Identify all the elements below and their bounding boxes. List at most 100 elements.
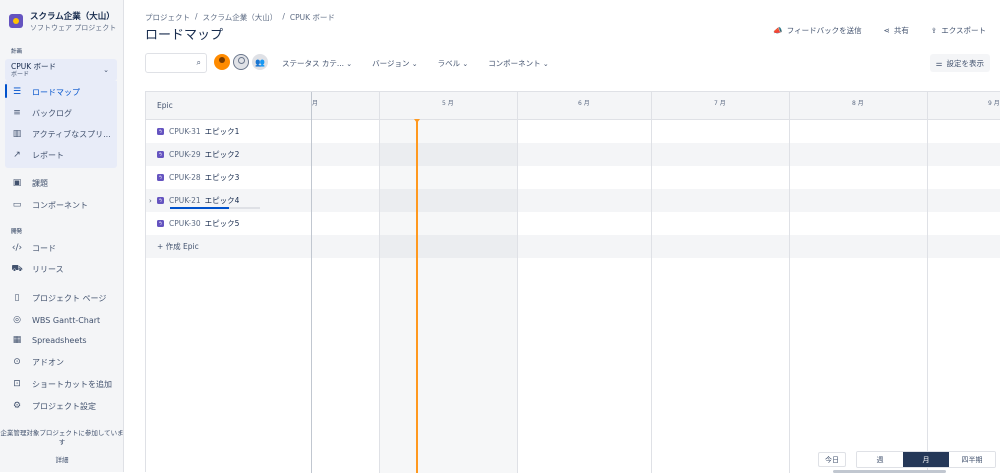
epic-row[interactable]: › ϟ CPUK-21 エピック4 (146, 189, 311, 212)
sidebar-item-roadmap[interactable]: ☰ ロードマップ (11, 82, 117, 102)
sidebar-item-add-shortcut[interactable]: ⊡ ショートカットを追加 (11, 374, 117, 394)
sidebar-item-label: リリース (32, 264, 64, 274)
avatar[interactable] (214, 54, 230, 70)
settings-icon: ⚙ (12, 401, 22, 411)
sidebar-item-label: コンポーネント (32, 200, 88, 210)
week-button[interactable]: 週 (857, 452, 903, 467)
sidebar-item-label: Spreadsheets (32, 335, 87, 345)
view-settings-button[interactable]: ⚌ 設定を表示 (929, 54, 990, 72)
current-month-highlight (379, 120, 517, 473)
month-divider (379, 92, 380, 473)
sidebar-item-label: ショートカットを追加 (32, 379, 112, 389)
share-button[interactable]: ⋖ 共有 (884, 25, 909, 36)
epic-row[interactable]: ϟ CPUK-29 エピック2 (146, 143, 311, 166)
sidebar-item-active-sprint[interactable]: ▥ アクティブなスプリ... (11, 124, 117, 144)
roadmap: Epic ϟ CPUK-31 エピック1 ϟ CPUK-29 エピック2 ϟ C… (145, 91, 1000, 473)
component-filter[interactable]: コンポーネント (488, 58, 549, 69)
sidebar-item-issues[interactable]: ▣ 課題 (11, 173, 117, 193)
version-filter[interactable]: バージョン (372, 58, 417, 69)
sidebar-item-project-settings[interactable]: ⚙ プロジェクト設定 (11, 396, 117, 416)
project-name: スクラム企業（大山） (30, 12, 115, 22)
month-button[interactable]: 月 (903, 452, 949, 467)
sidebar-item-project-page[interactable]: ▯ プロジェクト ページ (11, 288, 117, 308)
today-button[interactable]: 今日 (818, 452, 846, 467)
export-label: エクスポート (941, 26, 986, 35)
breadcrumb-projects[interactable]: プロジェクト (145, 12, 190, 23)
sidebar: スクラム企業（大山） ソフトウェア プロジェクト 計画 CPUK ボード ボード… (0, 0, 124, 472)
sidebar-item-reports[interactable]: ↗ レポート (11, 145, 117, 165)
people-icon[interactable]: 👥 (252, 54, 268, 70)
epic-icon: ϟ (157, 151, 164, 158)
sidebar-item-label: WBS Gantt-Chart (32, 315, 101, 325)
breadcrumb-separator: / (282, 12, 285, 21)
project-header[interactable]: スクラム企業（大山） ソフトウェア プロジェクト (9, 12, 116, 33)
board-title: CPUK ボード (11, 62, 57, 71)
month-label: 9 月 (988, 100, 1000, 107)
sliders-icon: ⚌ (935, 58, 943, 68)
board-selector[interactable]: CPUK ボード ボード ⌄ (5, 59, 117, 81)
addon-icon: ⊙ (13, 357, 21, 367)
feedback-button[interactable]: 📣 フィードバックを送信 (773, 25, 861, 36)
timescale-toggle: 週 月 四半期 (856, 451, 996, 468)
timeline: 月 5 月 6 月 7 月 8 月 9 月 (312, 92, 1000, 473)
sidebar-item-backlog[interactable]: ≡ バックログ (11, 103, 117, 123)
sprint-board-icon: ▥ (12, 129, 22, 139)
sidebar-item-label: プロジェクト設定 (32, 401, 96, 411)
epic-name: エピック1 (204, 127, 240, 136)
breadcrumb: プロジェクト / スクラム企業（大山） / CPUK ボード (145, 12, 335, 23)
month-label: 7 月 (714, 100, 726, 107)
export-button[interactable]: ⇪ エクスポート (931, 25, 986, 36)
gantt-icon: ◎ (13, 315, 21, 325)
sidebar-item-code[interactable]: ‹/› コード (11, 238, 117, 258)
epic-row[interactable]: ϟ CPUK-31 エピック1 (146, 120, 311, 143)
epic-key: CPUK-29 (169, 150, 201, 159)
sidebar-item-label: 課題 (32, 178, 48, 188)
backlog-icon: ≡ (13, 108, 21, 118)
roadmap-icon: ☰ (12, 87, 22, 97)
epic-key: CPUK-30 (169, 219, 201, 228)
sidebar-item-releases[interactable]: ⛟ リリース (11, 259, 117, 279)
breadcrumb-project[interactable]: スクラム企業（大山） (203, 12, 278, 23)
code-icon: ‹/› (11, 243, 23, 253)
breadcrumb-separator: / (195, 12, 198, 21)
epic-column: Epic ϟ CPUK-31 エピック1 ϟ CPUK-29 エピック2 ϟ C… (146, 92, 312, 473)
page-title: ロードマップ (145, 28, 224, 43)
label-filter[interactable]: ラベル (438, 58, 469, 69)
sidebar-item-spreadsheets[interactable]: ▦ Spreadsheets (11, 330, 117, 350)
status-category-filter[interactable]: ステータス カテ... (282, 58, 352, 69)
sidebar-item-wbs-gantt[interactable]: ◎ WBS Gantt-Chart (11, 310, 117, 330)
quarter-button[interactable]: 四半期 (949, 452, 995, 467)
sidebar-item-label: ロードマップ (32, 87, 80, 97)
filter-bar: ステータス カテ... バージョン ラベル コンポーネント (282, 58, 549, 69)
managed-project-note: 企業管理対象プロジェクトに参加しています (0, 429, 124, 446)
epic-row[interactable]: ϟ CPUK-28 エピック3 (146, 166, 311, 189)
sidebar-item-addons[interactable]: ⊙ アドオン (11, 352, 117, 372)
view-settings-label: 設定を表示 (946, 58, 985, 68)
export-icon: ⇪ (930, 26, 938, 35)
search-input[interactable]: ⌕ (145, 53, 207, 73)
section-plan-label: 計画 (11, 49, 23, 55)
expand-chevron-icon[interactable]: › (149, 197, 152, 205)
active-indicator (5, 84, 7, 98)
megaphone-icon: 📣 (773, 26, 783, 35)
epic-icon: ϟ (157, 220, 164, 227)
issues-icon: ▣ (12, 178, 22, 188)
page-icon: ▯ (14, 293, 20, 303)
project-avatar (9, 14, 23, 28)
epic-row[interactable]: ϟ CPUK-30 エピック5 (146, 212, 311, 235)
create-epic-button[interactable]: + 作成 Epic (146, 235, 311, 258)
epic-key: CPUK-28 (169, 173, 201, 182)
details-link[interactable]: 詳細 (0, 454, 124, 464)
epic-key: CPUK-31 (169, 127, 201, 136)
sidebar-item-label: アドオン (32, 357, 64, 367)
header-actions: 📣 フィードバックを送信 ⋖ 共有 ⇪ エクスポート (773, 25, 986, 36)
breadcrumb-board[interactable]: CPUK ボード (290, 12, 335, 23)
month-divider (651, 92, 652, 473)
epic-key: CPUK-21 (169, 196, 201, 205)
epic-name: エピック2 (204, 150, 240, 159)
sidebar-item-components[interactable]: ▭ コンポーネント (11, 195, 117, 215)
chevron-down-icon: ⌄ (103, 66, 109, 74)
avatar[interactable] (233, 54, 249, 70)
sidebar-item-label: プロジェクト ページ (32, 293, 107, 303)
release-icon: ⛟ (11, 263, 23, 274)
